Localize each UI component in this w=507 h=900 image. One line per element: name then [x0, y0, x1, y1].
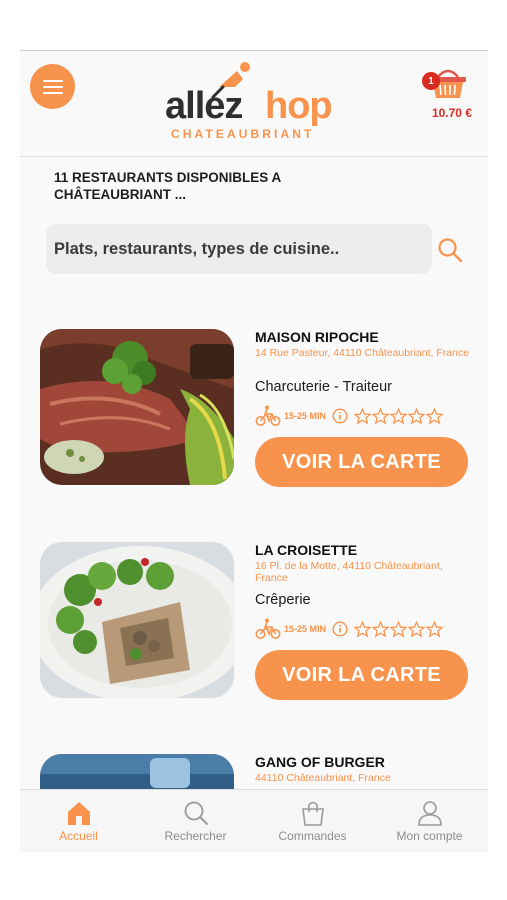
star-outline-icon — [390, 407, 408, 424]
restaurant-meta: 15-25 MIN — [255, 405, 444, 427]
rating-stars — [354, 407, 444, 425]
app-screen: allez hop CHATEAUBRIANT 1 10.70 € 11 RES… — [20, 50, 488, 852]
cart-total: 10.70 € — [431, 106, 472, 120]
nav-orders[interactable]: Commandes — [254, 790, 371, 852]
nav-account-label: Mon compte — [396, 829, 463, 843]
star-outline-icon — [408, 407, 426, 424]
restaurant-address: 16 Pl. de la Motte, 44110 Châteaubriant,… — [255, 560, 443, 584]
info-icon[interactable] — [332, 621, 348, 637]
menu-button[interactable] — [30, 64, 75, 109]
nav-search[interactable]: Rechercher — [137, 790, 254, 852]
search-icon[interactable] — [436, 236, 464, 264]
app-header: allez hop CHATEAUBRIANT 1 10.70 € — [20, 51, 488, 157]
search-icon — [184, 801, 208, 825]
logo-city: CHATEAUBRIANT — [171, 127, 315, 141]
restaurant-address: 14 Rue Pasteur, 44110 Châteaubriant, Fra… — [255, 347, 470, 359]
restaurant-cuisine: Crêperie — [255, 592, 311, 608]
nav-account[interactable]: Mon compte — [371, 790, 488, 852]
rating-stars — [354, 620, 444, 638]
info-icon[interactable] — [332, 408, 348, 424]
app-logo[interactable]: allez hop CHATEAUBRIANT — [165, 62, 340, 143]
restaurants-available-title: 11 RESTAURANTS DISPONIBLES A CHÂTEAUBRIA… — [54, 170, 281, 202]
delivery-bike-icon — [255, 618, 281, 639]
user-icon — [417, 801, 442, 826]
search-input[interactable] — [46, 224, 432, 274]
restaurant-cuisine: Charcuterie - Traiteur — [255, 379, 392, 395]
logo-word-allez: allez — [165, 85, 243, 127]
star-outline-icon — [408, 620, 426, 637]
delivery-time: 15-25 MIN — [284, 624, 327, 634]
star-outline-icon — [372, 620, 390, 637]
bottom-navigation: Accueil Rechercher Commandes Mon compte — [20, 789, 488, 852]
nav-orders-label: Commandes — [278, 829, 347, 843]
home-icon — [67, 802, 90, 825]
cart-count-badge: 1 — [422, 72, 440, 90]
restaurant-address: 44110 Châteaubriant, France — [255, 772, 391, 784]
delivery-bike-icon — [255, 405, 281, 426]
view-menu-button[interactable]: VOIR LA CARTE — [255, 650, 468, 700]
view-menu-button[interactable]: VOIR LA CARTE — [255, 437, 468, 487]
restaurant-name[interactable]: MAISON RIPOCHE — [255, 329, 379, 345]
star-outline-icon — [354, 407, 372, 424]
restaurant-photo-steak[interactable] — [40, 329, 234, 485]
nav-home-label: Accueil — [59, 829, 98, 843]
restaurant-name[interactable]: GANG OF BURGER — [255, 754, 385, 770]
star-outline-icon — [354, 620, 372, 637]
restaurant-meta: 15-25 MIN — [255, 618, 444, 640]
star-outline-icon — [372, 407, 390, 424]
hamburger-menu-icon — [42, 79, 63, 94]
restaurant-card[interactable]: LA CROISETTE 16 Pl. de la Motte, 44110 C… — [40, 542, 470, 722]
star-outline-icon — [426, 620, 444, 637]
logo-word-hop: hop — [265, 85, 333, 127]
star-outline-icon — [426, 407, 444, 424]
nav-home[interactable]: Accueil — [20, 790, 137, 852]
restaurant-card[interactable]: MAISON RIPOCHE 14 Rue Pasteur, 44110 Châ… — [40, 329, 470, 509]
star-outline-icon — [390, 620, 408, 637]
restaurant-photo-crepe[interactable] — [40, 542, 234, 698]
nav-search-label: Rechercher — [164, 829, 227, 843]
shopping-bag-icon — [301, 801, 324, 826]
cart-button[interactable]: 1 10.70 € — [420, 63, 472, 121]
restaurant-name[interactable]: LA CROISETTE — [255, 542, 357, 558]
delivery-time: 15-25 MIN — [284, 411, 327, 421]
